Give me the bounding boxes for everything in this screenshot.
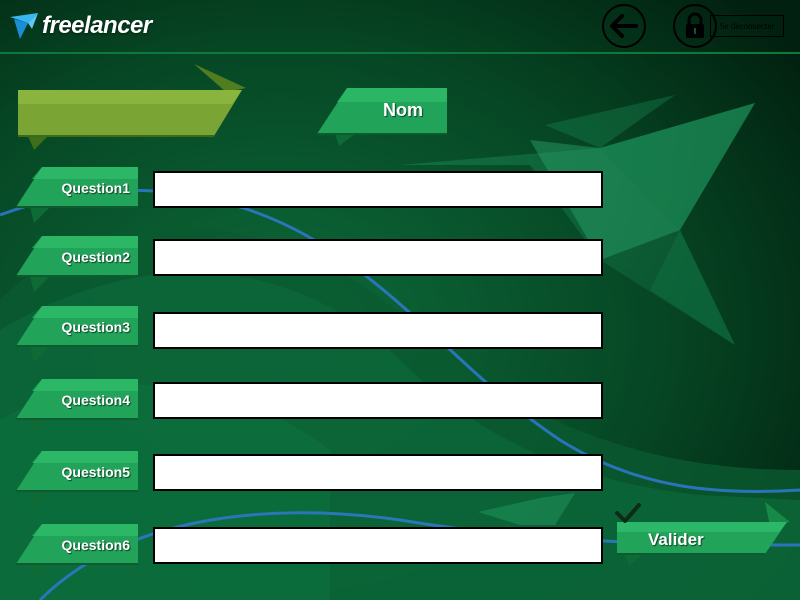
question-4-input[interactable] [153, 382, 603, 419]
lock-icon [686, 12, 704, 38]
question-label-6: Question6 [16, 524, 140, 580]
question-5-input[interactable] [153, 454, 603, 491]
nom-ribbon: Nom [317, 88, 449, 146]
question-6-input[interactable] [153, 527, 603, 564]
logout-button[interactable]: Se déconnecter [710, 15, 784, 37]
question-label-2: Question2 [16, 236, 140, 292]
question-2-input[interactable] [153, 239, 603, 276]
header-divider [0, 52, 800, 54]
nom-label: Nom [383, 99, 423, 120]
check-icon [615, 503, 641, 523]
arrow-left-icon [610, 14, 638, 38]
freelancer-logo[interactable]: freelancer [8, 8, 158, 44]
question-3-input[interactable] [153, 312, 603, 349]
submit-button[interactable]: Valider [615, 502, 790, 568]
question-label-3: Question3 [16, 306, 140, 362]
brand-name: freelancer [42, 12, 152, 39]
submit-label: Valider [648, 530, 704, 549]
question-label-4: Question4 [16, 379, 140, 435]
question-1-input[interactable] [153, 171, 603, 208]
question-label-1: Question1 [16, 167, 140, 223]
bird-logo-icon [10, 13, 38, 39]
top-bar: freelancer Se déconnecter [0, 0, 800, 54]
back-button[interactable] [602, 4, 646, 48]
title-ribbon [18, 64, 246, 152]
question-label-5: Question5 [16, 451, 140, 507]
